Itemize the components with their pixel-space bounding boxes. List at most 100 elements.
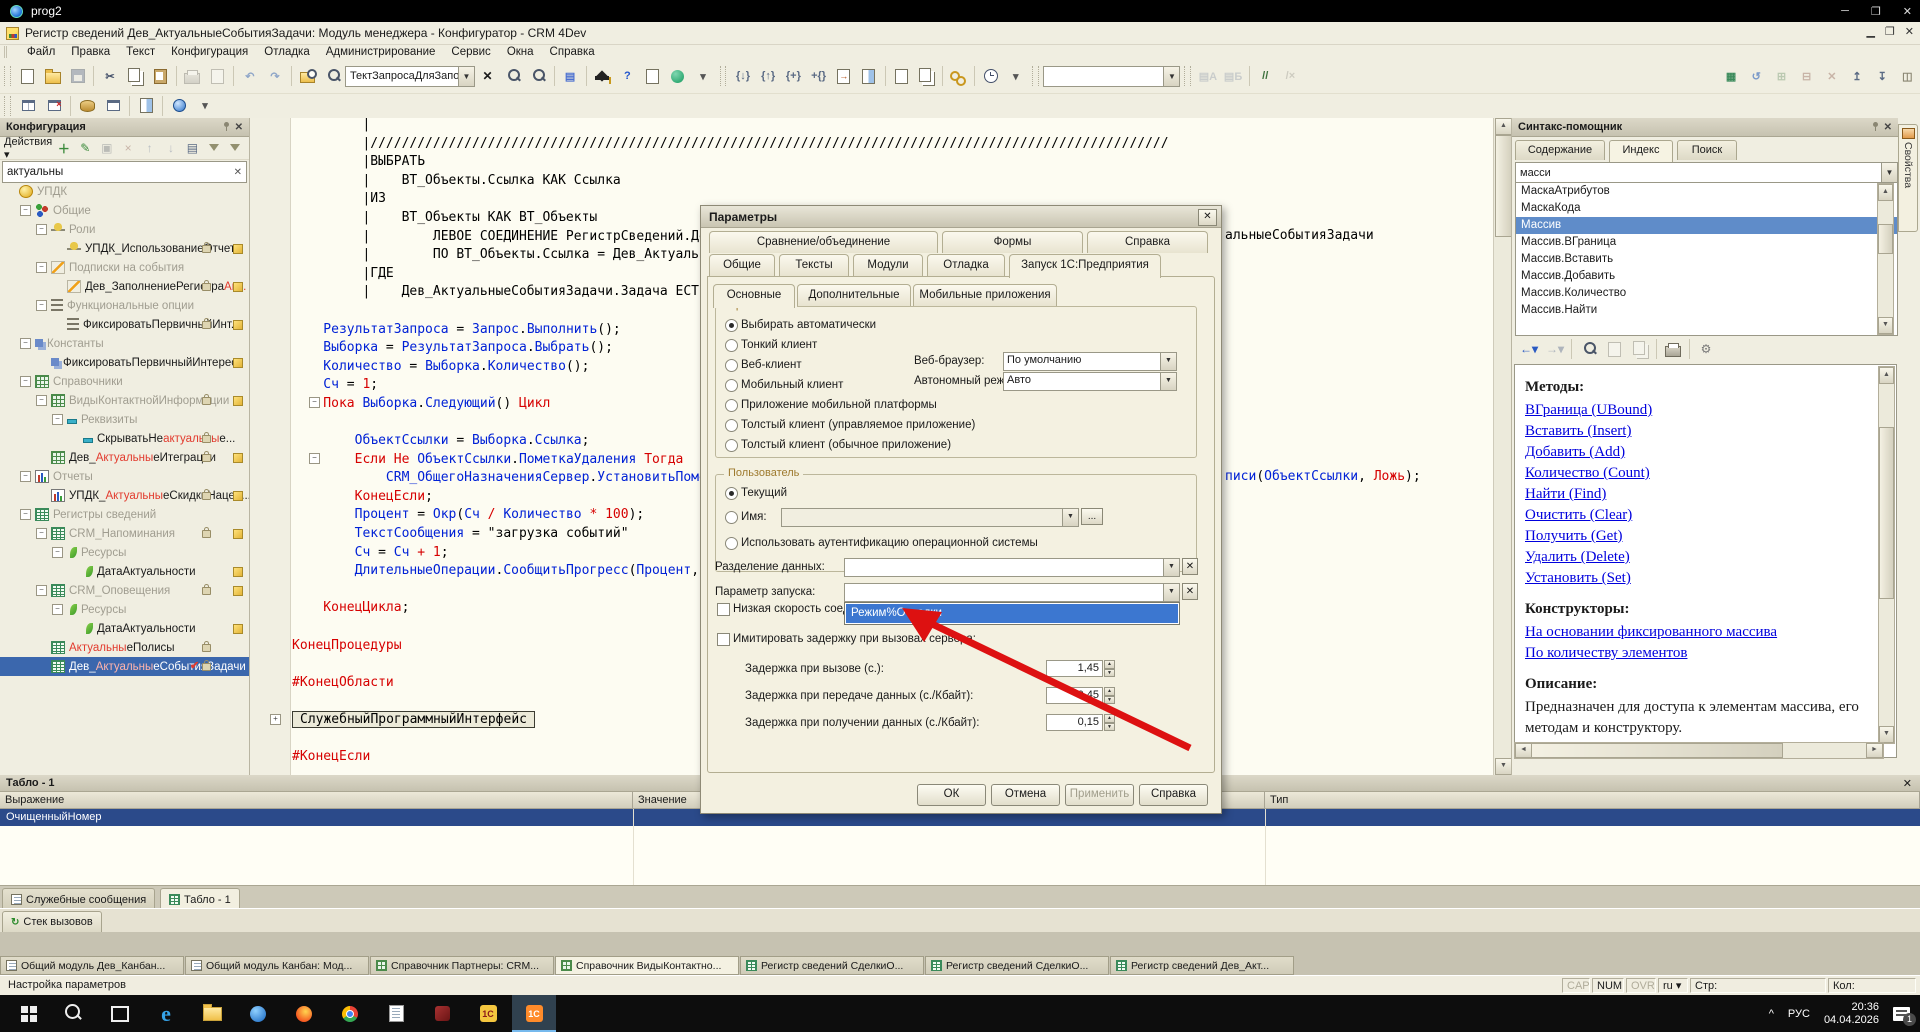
spinner-1[interactable]: ▲▼ — [1104, 687, 1115, 704]
inner-tab-1[interactable]: Дополнительные — [797, 284, 911, 306]
info-icon[interactable] — [665, 64, 690, 88]
применить-button[interactable]: Применить — [1065, 784, 1134, 806]
module-split-icon[interactable] — [856, 64, 881, 88]
window-tab-0[interactable]: Общий модуль Дев_Канбан... — [0, 956, 184, 975]
menu-справка[interactable]: Справка — [542, 46, 603, 58]
next-topic-icon[interactable] — [1627, 337, 1653, 361]
offline-mode-select[interactable]: Авто▼ — [1003, 372, 1177, 391]
chevron-down-icon[interactable]: ▼ — [1160, 353, 1176, 370]
user-browse-button[interactable]: ... — [1081, 508, 1103, 525]
tree-item[interactable]: −CRM_Напоминания — [0, 524, 249, 543]
scroll-down-icon[interactable]: ▼ — [1879, 726, 1894, 743]
bookmark-next-icon[interactable] — [914, 64, 939, 88]
radio-0[interactable] — [725, 319, 738, 332]
delay-field-0[interactable]: 1,45 — [1046, 660, 1103, 677]
radio-5[interactable] — [725, 419, 738, 432]
tray-chevron-icon[interactable]: ^ — [1769, 1008, 1774, 1020]
close-icon[interactable]: ✕ — [1903, 5, 1912, 18]
expander-icon[interactable]: − — [52, 604, 63, 615]
menu-окна[interactable]: Окна — [499, 46, 542, 58]
syntax-tab-1[interactable]: Индекс — [1609, 140, 1673, 162]
tree-item[interactable]: −CRM_Оповещения — [0, 581, 249, 600]
scroll-right-icon[interactable]: ► — [1866, 743, 1883, 758]
radio-4[interactable] — [725, 399, 738, 412]
uncomment-icon[interactable]: /× — [1278, 64, 1303, 88]
expander-icon[interactable]: − — [36, 585, 47, 596]
open-file-icon[interactable] — [40, 64, 65, 88]
taskbar-clock[interactable]: 20:36 04.04.2026 — [1824, 1001, 1879, 1027]
edit-icon[interactable]: ✎ — [76, 136, 95, 160]
launch-param-select[interactable]: ▼ — [844, 583, 1180, 602]
prev-topic-icon[interactable] — [1601, 337, 1627, 361]
menu-конфигурация[interactable]: Конфигурация — [163, 46, 256, 58]
expander-icon[interactable]: − — [36, 395, 47, 406]
taskbar-app-darkred[interactable] — [420, 995, 464, 1032]
redo-icon[interactable]: ↷ — [262, 64, 287, 88]
move-down-icon[interactable]: ↓ — [161, 136, 180, 160]
undo-icon[interactable]: ↶ — [237, 64, 262, 88]
tree-item[interactable]: −Справочники — [0, 372, 249, 391]
chain-format-icon[interactable] — [946, 64, 971, 88]
tree-item[interactable]: УПДК_ИспользованиеОтчет... — [0, 239, 249, 258]
menu-отладка[interactable]: Отладка — [256, 46, 317, 58]
window-tab-4[interactable]: Регистр сведений СделкиО... — [740, 956, 924, 975]
start-debug-web-icon[interactable] — [166, 94, 192, 118]
find-previous-icon[interactable] — [500, 64, 525, 88]
panel-close-icon[interactable]: ✕ — [1884, 122, 1892, 133]
index-item[interactable]: Массив.Количество — [1516, 285, 1897, 302]
radio-6[interactable] — [725, 439, 738, 452]
chevron-down-icon[interactable]: ▼ — [1160, 373, 1176, 390]
panel-close-icon[interactable]: ✕ — [1903, 777, 1920, 790]
window-tab-1[interactable]: Общий модуль Канбан: Мод... — [185, 956, 369, 975]
index-item[interactable]: МаскаКода — [1516, 200, 1897, 217]
window-tab-6[interactable]: Регистр сведений Дев_Акт... — [1110, 956, 1294, 975]
format-b-icon[interactable]: ▤Б — [1220, 64, 1245, 88]
index-search-input[interactable]: масси ▼ — [1515, 162, 1898, 183]
low-speed-checkbox[interactable] — [717, 603, 730, 616]
copy-stack-icon[interactable]: ▤ — [557, 64, 582, 88]
scroll-thumb[interactable] — [1879, 427, 1894, 599]
form-window-icon[interactable] — [100, 94, 126, 118]
comment-icon[interactable]: // — [1253, 64, 1278, 88]
storage-remove-icon[interactable]: ⊟ — [1794, 64, 1819, 88]
storage-down-icon[interactable]: ↧ — [1870, 64, 1895, 88]
radio-3[interactable] — [725, 379, 738, 392]
cut-icon[interactable]: ✂ — [97, 64, 122, 88]
list-icon[interactable]: ▤ — [183, 136, 202, 160]
dialog-tab2-0[interactable]: Общие — [709, 254, 775, 276]
inner-tab-0[interactable]: Основные — [713, 284, 795, 308]
print-icon[interactable] — [180, 64, 205, 88]
tree-filter-input[interactable]: актуальны ✕ — [2, 161, 247, 183]
method-link[interactable]: Найти (Find) — [1525, 484, 1872, 505]
menu-файл[interactable]: Файл — [19, 46, 63, 58]
inner-tab-2[interactable]: Мобильные приложения — [913, 284, 1057, 306]
taskbar-file-explorer[interactable] — [190, 995, 234, 1032]
add-icon[interactable]: ＋ — [54, 136, 73, 160]
forward-icon[interactable]: →▾ — [1542, 337, 1568, 361]
delay-field-1[interactable]: 0,45 — [1046, 687, 1103, 704]
storage-up-icon[interactable]: ↥ — [1844, 64, 1869, 88]
tree-item[interactable]: −Роли — [0, 220, 249, 239]
tablo-column-0[interactable]: Выражение — [0, 792, 633, 809]
bottom-tab-0[interactable]: Служебные сообщения — [2, 888, 155, 910]
module-doc-icon[interactable] — [640, 64, 665, 88]
tree-item[interactable]: ДатаАктуальности — [0, 619, 249, 638]
method-link[interactable]: Добавить (Add) — [1525, 442, 1872, 463]
doc-minimize-icon[interactable]: ▁ — [1866, 25, 1874, 38]
prev-procedure-icon[interactable]: {↑} — [756, 64, 781, 88]
maximize-icon[interactable]: ❐ — [1871, 5, 1881, 18]
goto-line-icon[interactable]: +{} — [806, 64, 831, 88]
storage-delete-icon[interactable]: ✕ — [1819, 64, 1844, 88]
index-item[interactable]: Массив.Вставить — [1516, 251, 1897, 268]
find-in-files-icon[interactable] — [295, 64, 320, 88]
notification-icon[interactable]: 1 — [1893, 1007, 1910, 1021]
taskbar-chrome[interactable] — [328, 995, 372, 1032]
expander-icon[interactable]: − — [20, 471, 31, 482]
tablo-column-2[interactable]: Тип — [1265, 792, 1920, 809]
index-item[interactable]: Массив.Найти — [1516, 302, 1897, 319]
справка-button[interactable]: Справка — [1139, 784, 1208, 806]
back-icon[interactable]: ←▾ — [1516, 337, 1542, 361]
window-split-icon[interactable] — [15, 94, 41, 118]
window-close-icon[interactable] — [41, 94, 67, 118]
taskbar-task-view[interactable] — [98, 995, 142, 1032]
